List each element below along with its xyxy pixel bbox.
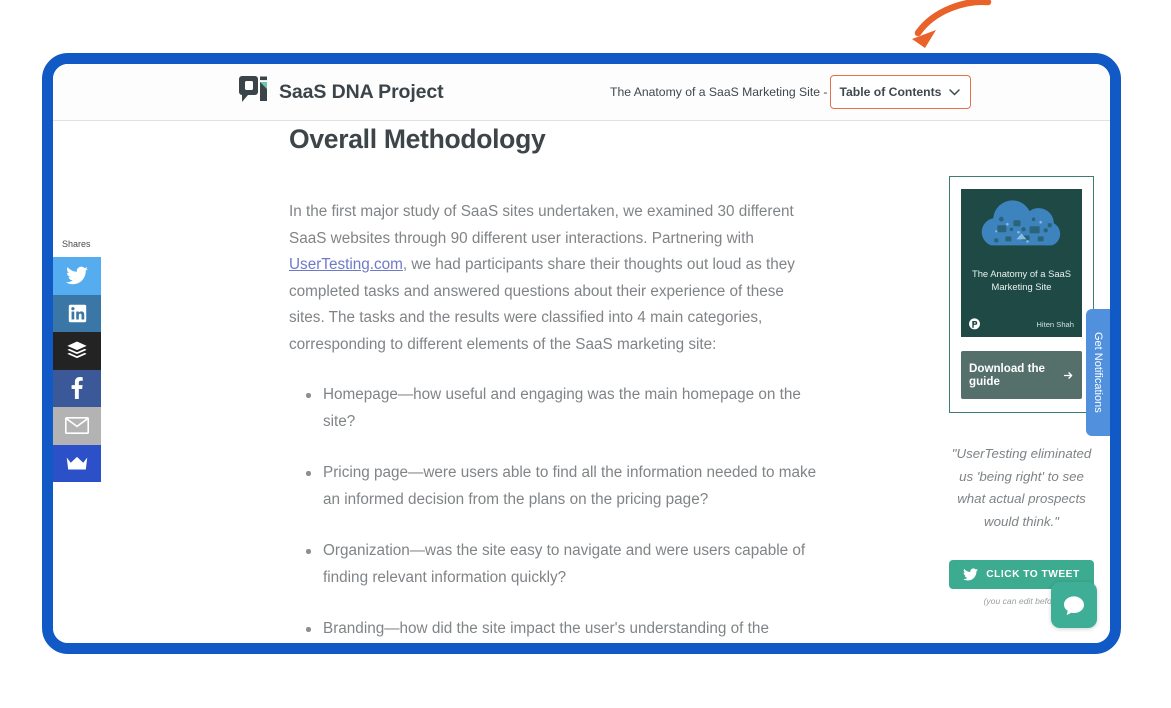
chat-launcher-button[interactable] xyxy=(1051,582,1097,628)
share-button-buffer[interactable] xyxy=(53,332,101,370)
ebook-cover: The Anatomy of a SaaS Marketing Site Hit… xyxy=(961,189,1082,337)
facebook-f-icon xyxy=(71,377,83,400)
page-surface: SaaS DNA Project The Anatomy of a SaaS M… xyxy=(53,64,1110,643)
envelope-icon xyxy=(65,417,89,435)
download-guide-label: Download the guide xyxy=(969,362,1045,388)
list-item: Pricing page—were users able to find all… xyxy=(289,460,819,513)
list-item: Branding—how did the site impact the use… xyxy=(289,616,819,643)
get-notifications-tab[interactable]: Get Notifications xyxy=(1086,309,1110,436)
share-button-flipboard[interactable] xyxy=(53,444,101,482)
intro-text-before-link: In the first major study of SaaS sites u… xyxy=(289,203,794,247)
twitter-bird-icon xyxy=(66,266,88,285)
list-item: Organization—was the site easy to naviga… xyxy=(289,538,819,591)
page-title: Overall Methodology xyxy=(289,124,546,154)
share-button-facebook[interactable] xyxy=(53,369,101,407)
header-article-title: The Anatomy of a SaaS Marketing Site - xyxy=(610,85,828,99)
shares-count-label: Shares xyxy=(62,239,91,249)
brand-logo-link[interactable]: SaaS DNA Project xyxy=(238,76,444,108)
intro-paragraph: In the first major study of SaaS sites u… xyxy=(289,199,819,358)
arrow-right-icon xyxy=(1063,371,1073,379)
category-list: Homepage—how useful and engaging was the… xyxy=(289,382,819,643)
table-of-contents-dropdown[interactable]: Table of Contents xyxy=(830,75,972,109)
site-header: SaaS DNA Project The Anatomy of a SaaS M… xyxy=(53,64,1110,121)
twitter-bird-icon xyxy=(963,568,979,581)
linkedin-in-icon xyxy=(68,304,86,322)
cloud-of-icons-illustration xyxy=(981,200,1061,246)
p-speech-bubble-logo-icon xyxy=(239,76,267,102)
sidebar: The Anatomy of a SaaS Marketing Site Hit… xyxy=(949,176,1094,606)
pull-quote: "UserTesting eliminated us 'being right'… xyxy=(951,446,1092,529)
ebook-cover-title: The Anatomy of a SaaS Marketing Site xyxy=(971,268,1072,292)
browser-window-frame: SaaS DNA Project The Anatomy of a SaaS M… xyxy=(42,53,1121,654)
table-of-contents-label: Table of Contents xyxy=(839,85,942,99)
header-nav: The Anatomy of a SaaS Marketing Site - T… xyxy=(610,75,972,109)
get-notifications-label: Get Notifications xyxy=(1092,332,1104,413)
usertesting-link[interactable]: UserTesting.com xyxy=(289,256,403,273)
download-guide-button[interactable]: Download the guide xyxy=(961,351,1082,399)
share-button-email[interactable] xyxy=(53,407,101,445)
click-to-tweet-label: CLICK TO TWEET xyxy=(986,569,1080,580)
chat-bubble-icon xyxy=(1063,595,1085,615)
social-share-rail: Shares xyxy=(53,239,101,482)
ebook-cover-author: Hiten Shah xyxy=(1036,320,1074,329)
buffer-stack-icon xyxy=(67,341,87,358)
chevron-down-icon xyxy=(949,88,961,96)
share-button-twitter[interactable] xyxy=(53,257,101,295)
share-button-linkedin[interactable] xyxy=(53,294,101,332)
brand-name: SaaS DNA Project xyxy=(279,80,444,103)
ebook-promo-card: The Anatomy of a SaaS Marketing Site Hit… xyxy=(949,176,1094,413)
article-content: Overall Methodology In the first major s… xyxy=(289,121,819,643)
crown-icon xyxy=(66,456,88,470)
p-speech-bubble-logo-icon xyxy=(969,318,980,330)
list-item: Homepage—how useful and engaging was the… xyxy=(289,382,819,435)
